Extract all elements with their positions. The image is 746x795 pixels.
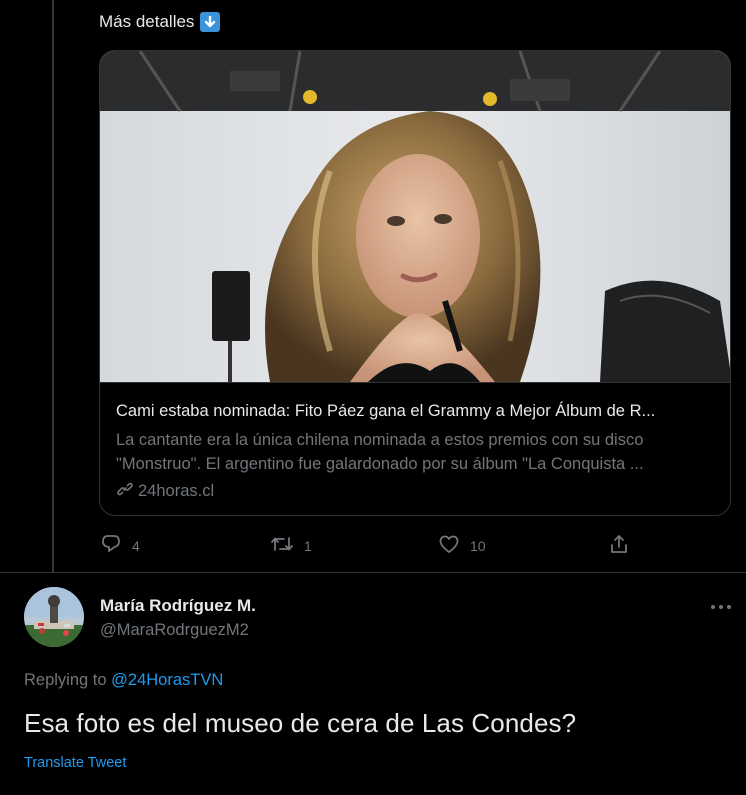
replying-to-line: Replying to @24HorasTVN xyxy=(24,671,223,690)
card-description-line: La cantante era la única chilena nominad… xyxy=(116,431,644,449)
retweet-count: 1 xyxy=(304,537,312,554)
author-name[interactable]: María Rodríguez M. xyxy=(100,596,256,616)
share-button[interactable] xyxy=(608,533,630,558)
tweet-text: Esa foto es del museo de cera de Las Con… xyxy=(24,708,577,738)
card-title[interactable]: Cami estaba nominada: Fito Páez gana el … xyxy=(116,401,716,421)
reply-button[interactable]: 4 xyxy=(100,533,140,558)
share-icon xyxy=(608,533,630,558)
tweet-text-more-details: Más detalles xyxy=(99,12,221,32)
tweet-actions: 4 1 10 xyxy=(100,533,640,557)
like-button[interactable]: 10 xyxy=(438,533,486,558)
card-domain-label: 24horas.cl xyxy=(138,482,215,500)
down-arrow-icon xyxy=(200,12,221,32)
retweet-button[interactable]: 1 xyxy=(270,533,312,558)
more-options-button[interactable] xyxy=(710,598,732,616)
replying-to-handle[interactable]: @24HorasTVN xyxy=(111,671,223,689)
tweet-divider xyxy=(0,572,746,573)
card-description-line: "Monstruo". El argentino fue galardonado… xyxy=(116,455,644,473)
avatar[interactable] xyxy=(24,587,84,647)
like-count: 10 xyxy=(470,537,486,554)
card-image[interactable] xyxy=(100,51,730,382)
replying-prefix: Replying to xyxy=(24,671,107,689)
retweet-icon xyxy=(270,533,294,558)
reply-count: 4 xyxy=(132,537,140,554)
card-body[interactable]: Cami estaba nominada: Fito Páez gana el … xyxy=(100,382,730,515)
card-description: La cantante era la única chilena nominad… xyxy=(116,428,716,476)
more-dots-icon xyxy=(711,605,731,609)
link-preview-card[interactable]: Cami estaba nominada: Fito Páez gana el … xyxy=(99,50,731,516)
heart-icon xyxy=(438,533,460,558)
card-domain: 24horas.cl xyxy=(116,480,716,503)
author-handle[interactable]: @MaraRodrguezM2 xyxy=(100,621,249,640)
link-icon xyxy=(116,480,134,503)
thread-connector-line xyxy=(52,0,54,572)
more-details-label: Más detalles xyxy=(99,12,195,31)
reply-icon xyxy=(100,533,122,558)
translate-tweet-link[interactable]: Translate Tweet xyxy=(24,755,126,771)
